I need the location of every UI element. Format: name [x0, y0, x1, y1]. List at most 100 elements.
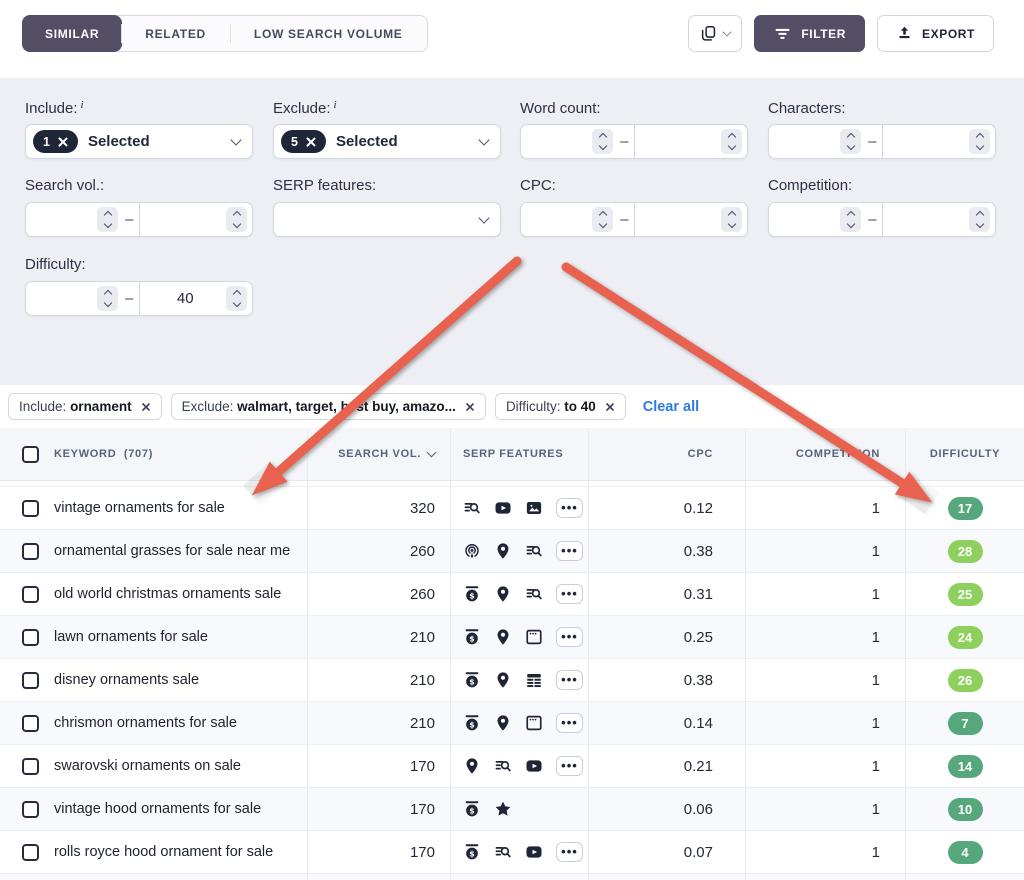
more-serp-features-button[interactable]: •••: [556, 627, 583, 647]
difficulty-min-input[interactable]: [36, 291, 92, 307]
row-checkbox[interactable]: [22, 543, 39, 560]
keyword-text[interactable]: ornamental grasses for sale near me: [54, 543, 290, 559]
search-list-icon: [463, 499, 481, 517]
row-checkbox[interactable]: [22, 801, 39, 818]
exclude-count-pill[interactable]: 5: [281, 130, 326, 153]
stepper-icon[interactable]: [969, 207, 990, 232]
stepper-icon[interactable]: [226, 207, 247, 232]
row-checkbox[interactable]: [22, 844, 39, 861]
table-row[interactable]: rolls royce hood ornament for sale170$••…: [0, 831, 1024, 874]
keyword-text[interactable]: rolls royce hood ornament for sale: [54, 844, 273, 860]
difficulty-badge[interactable]: 26: [948, 669, 983, 692]
select-all-checkbox[interactable]: [22, 446, 39, 463]
stepper-icon[interactable]: [840, 129, 861, 154]
keyword-text[interactable]: disney ornaments sale: [54, 672, 199, 688]
filter-button-label: FILTER: [801, 27, 846, 41]
difficulty-badge[interactable]: 28: [948, 540, 983, 563]
table-row[interactable]: disney ornaments sale210$•••0.38126: [0, 659, 1024, 702]
search-vol-max-input[interactable]: [150, 212, 222, 228]
more-serp-features-button[interactable]: •••: [556, 756, 583, 776]
row-checkbox[interactable]: [22, 586, 39, 603]
keyword-text[interactable]: chrismon ornaments for sale: [54, 715, 237, 731]
characters-min-input[interactable]: [779, 134, 835, 150]
cpc-min-input[interactable]: [531, 212, 587, 228]
row-checkbox[interactable]: [22, 500, 39, 517]
keyword-text[interactable]: swarovski ornaments on sale: [54, 758, 241, 774]
include-count-pill[interactable]: 1: [33, 130, 78, 153]
search-vol-min-input[interactable]: [36, 212, 92, 228]
keyword-text[interactable]: vintage hood ornaments for sale: [54, 801, 261, 817]
stepper-icon[interactable]: [592, 207, 613, 232]
table-row[interactable]: lawn ornaments for sale210$•••0.25124: [0, 616, 1024, 659]
stepper-icon[interactable]: [226, 286, 247, 311]
difficulty-badge[interactable]: 10: [948, 798, 983, 821]
export-button[interactable]: EXPORT: [877, 15, 994, 52]
filter-button[interactable]: FILTER: [754, 15, 865, 52]
more-serp-features-button[interactable]: •••: [556, 541, 583, 561]
word-count-max-input[interactable]: [645, 134, 717, 150]
keyword-text[interactable]: lawn ornaments for sale: [54, 629, 208, 645]
keyword-text[interactable]: old world christmas ornaments sale: [54, 586, 281, 602]
svg-text:$: $: [469, 591, 474, 600]
stepper-icon[interactable]: [721, 129, 742, 154]
table-body: vintage ornaments for sale320•••0.12117o…: [0, 487, 1024, 874]
difficulty-badge[interactable]: 14: [948, 755, 983, 778]
star-icon: [494, 800, 512, 818]
more-serp-features-button[interactable]: •••: [556, 498, 583, 518]
close-icon[interactable]: [466, 402, 475, 411]
keyword-text[interactable]: vintage ornaments for sale: [54, 500, 225, 516]
snippet-icon: [525, 714, 543, 732]
difficulty-badge[interactable]: 17: [948, 497, 983, 520]
stepper-icon[interactable]: [969, 129, 990, 154]
tab-similar[interactable]: SIMILAR: [22, 15, 122, 52]
stepper-icon[interactable]: [840, 207, 861, 232]
table-row[interactable]: vintage ornaments for sale320•••0.12117: [0, 487, 1024, 530]
cpc-max-input[interactable]: [645, 212, 717, 228]
search-vol-column-header[interactable]: SEARCH VOL.: [307, 428, 450, 480]
row-checkbox[interactable]: [22, 672, 39, 689]
table-row[interactable]: vintage hood ornaments for sale170$0.061…: [0, 788, 1024, 831]
tab-related[interactable]: RELATED: [121, 16, 230, 51]
more-serp-features-button[interactable]: •••: [556, 670, 583, 690]
row-checkbox[interactable]: [22, 758, 39, 775]
stepper-icon[interactable]: [721, 207, 742, 232]
close-icon[interactable]: [141, 402, 150, 411]
include-select[interactable]: 1 Selected: [25, 124, 253, 159]
chip-include[interactable]: Include: ornament: [8, 393, 162, 420]
exclude-select[interactable]: 5 Selected: [273, 124, 501, 159]
close-icon[interactable]: [58, 137, 68, 147]
close-icon[interactable]: [605, 402, 614, 411]
difficulty-badge[interactable]: 4: [948, 841, 983, 864]
tab-low-search-volume[interactable]: LOW SEARCH VOLUME: [230, 16, 427, 51]
serp-features-select[interactable]: [273, 202, 501, 237]
difficulty-badge[interactable]: 25: [948, 583, 983, 606]
clear-all-link[interactable]: Clear all: [643, 399, 699, 415]
stepper-icon[interactable]: [97, 207, 118, 232]
competition-max-input[interactable]: [893, 212, 965, 228]
chip-difficulty[interactable]: Difficulty: to 40: [495, 393, 626, 420]
table-row[interactable]: ornamental grasses for sale near me260••…: [0, 530, 1024, 573]
difficulty-badge[interactable]: 7: [948, 712, 983, 735]
more-serp-features-button[interactable]: •••: [556, 713, 583, 733]
table-row[interactable]: old world christmas ornaments sale260$••…: [0, 573, 1024, 616]
close-icon[interactable]: [306, 137, 316, 147]
word-count-min-input[interactable]: [531, 134, 587, 150]
stepper-icon[interactable]: [97, 286, 118, 311]
search-vol-value: 210: [307, 702, 450, 744]
row-checkbox[interactable]: [22, 715, 39, 732]
table-row[interactable]: chrismon ornaments for sale210$•••0.1417: [0, 702, 1024, 745]
difficulty-column-header: DIFFICULTY: [905, 428, 1024, 480]
chevron-down-icon: [723, 27, 732, 36]
competition-min-input[interactable]: [779, 212, 835, 228]
difficulty-max-input[interactable]: [150, 290, 222, 307]
more-serp-features-button[interactable]: •••: [556, 842, 583, 862]
more-serp-features-button[interactable]: •••: [556, 584, 583, 604]
stepper-icon[interactable]: [592, 129, 613, 154]
characters-max-input[interactable]: [893, 134, 965, 150]
video-icon: [525, 757, 543, 775]
copy-button[interactable]: [688, 15, 742, 52]
table-row[interactable]: swarovski ornaments on sale170•••0.21114: [0, 745, 1024, 788]
row-checkbox[interactable]: [22, 629, 39, 646]
chip-exclude[interactable]: Exclude: walmart, target, best buy, amaz…: [171, 393, 486, 420]
difficulty-badge[interactable]: 24: [948, 626, 983, 649]
